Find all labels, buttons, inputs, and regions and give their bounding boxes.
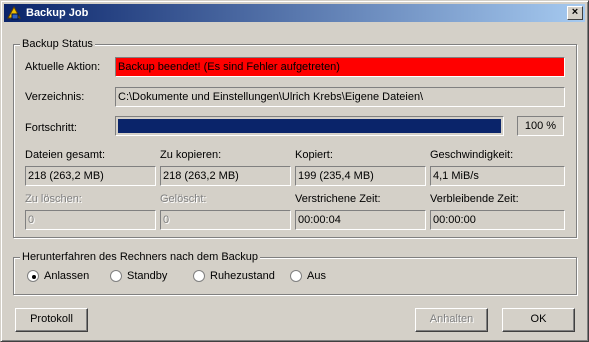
shutdown-group-title: Herunterfahren des Rechners nach dem Bac… <box>20 251 261 264</box>
stat-label: Dateien gesamt: <box>25 149 106 161</box>
backup-job-window: Backup Job × Backup Status Aktuelle Akti… <box>0 0 589 342</box>
stat-label: Verstrichene Zeit: <box>295 193 381 205</box>
current-action-field: Backup beendet! (Es sind Fehler aufgetre… <box>115 57 565 77</box>
stat-value-field: 0 <box>160 210 291 230</box>
radio-circle-icon <box>27 270 39 282</box>
current-action-label: Aktuelle Aktion: <box>25 61 101 73</box>
radio-circle-icon <box>110 270 122 282</box>
stat-label: Geschwindigkeit: <box>430 149 514 161</box>
close-button[interactable]: × <box>567 6 583 20</box>
progress-bar-fill <box>118 119 501 133</box>
shutdown-group: Herunterfahren des Rechners nach dem Bac… <box>13 251 577 295</box>
radio-circle-icon <box>193 270 205 282</box>
shutdown-option-label: Ruhezustand <box>210 270 275 282</box>
stat-value-field: 00:00:04 <box>295 210 426 230</box>
stat-label: Gelöscht: <box>160 193 207 205</box>
stat-value-field: 218 (263,2 MB) <box>25 166 156 186</box>
stat-value-field: 4,1 MiB/s <box>430 166 565 186</box>
close-icon: × <box>571 6 579 18</box>
radio-selected-dot-icon <box>32 275 36 279</box>
ok-button[interactable]: OK <box>502 308 575 332</box>
title-bar[interactable]: Backup Job × <box>4 4 585 22</box>
backup-status-group: Backup Status Aktuelle Aktion: Backup be… <box>13 38 577 238</box>
stat-value-field: 199 (235,4 MB) <box>295 166 426 186</box>
shutdown-option-label: Anlassen <box>44 270 90 282</box>
log-button[interactable]: Protokoll <box>15 308 88 332</box>
stat-label: Verbleibende Zeit: <box>430 193 519 205</box>
backup-status-group-title: Backup Status <box>20 38 95 51</box>
stat-value-field: 0 <box>25 210 156 230</box>
radio-circle-icon <box>290 270 302 282</box>
backup-app-icon <box>7 5 21 20</box>
stat-value-field: 00:00:00 <box>430 210 565 230</box>
window-title: Backup Job <box>26 7 89 19</box>
stat-value-field: 218 (263,2 MB) <box>160 166 291 186</box>
directory-field: C:\Dokumente und Einstellungen\Ulrich Kr… <box>115 87 565 107</box>
shutdown-option-label: Aus <box>307 270 326 282</box>
stop-button[interactable]: Anhalten <box>415 308 488 332</box>
directory-label: Verzeichnis: <box>25 91 85 103</box>
progress-percent-field: 100 % <box>517 116 564 136</box>
progress-label: Fortschritt: <box>25 122 77 134</box>
shutdown-option-label: Standby <box>127 270 168 282</box>
progress-bar <box>115 116 504 136</box>
stat-label: Zu löschen: <box>25 193 82 205</box>
stat-label: Kopiert: <box>295 149 333 161</box>
stat-label: Zu kopieren: <box>160 149 222 161</box>
